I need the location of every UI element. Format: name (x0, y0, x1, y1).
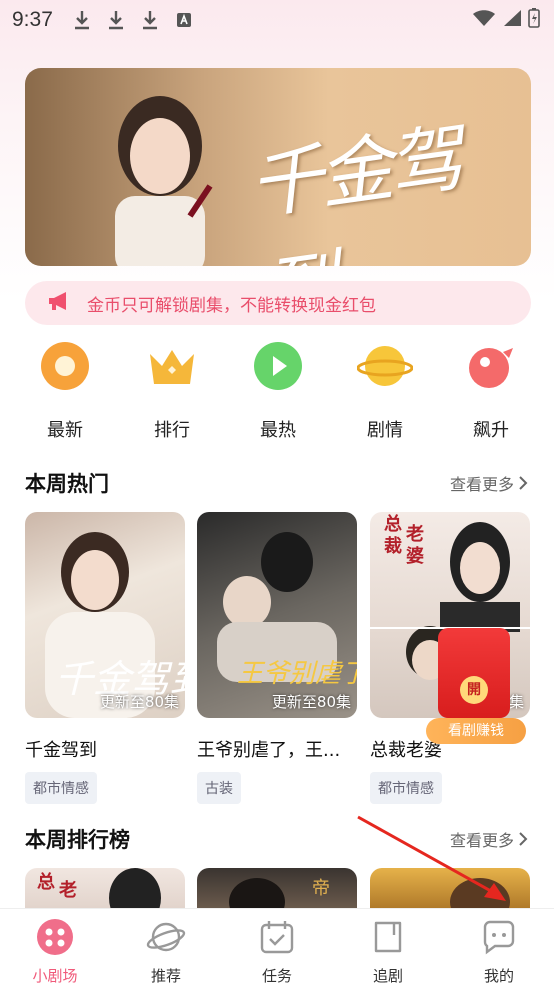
category-label: 剧情 (367, 420, 403, 441)
tab-following[interactable]: 追剧 (343, 917, 433, 986)
play-icon (254, 342, 302, 390)
svg-text:裁: 裁 (384, 535, 402, 557)
tab-label: 任务 (261, 967, 292, 985)
rocket-icon (469, 348, 513, 388)
section-title-weekly-rank: 本周排行榜 (25, 828, 130, 852)
rank-poster[interactable] (370, 868, 530, 908)
status-bar: 9:37 (0, 0, 554, 40)
weekly-rank-more-link[interactable]: 查看更多 (450, 827, 528, 851)
svg-text:老: 老 (59, 879, 77, 901)
drama-card[interactable]: 王爷别虐了 更新至80集 王爷别虐了，王... 古装 (197, 512, 357, 804)
poster-title-art: 总 (384, 513, 402, 535)
weekly-hot-more-link[interactable]: 查看更多 (450, 471, 528, 495)
download-icon (105, 9, 127, 31)
planet-outline-icon (146, 922, 186, 952)
notice-text: 金币只可解锁剧集，不能转换现金红包 (87, 295, 376, 316)
category-label: 最新 (47, 420, 83, 441)
coin-icon: 開 (460, 676, 488, 704)
red-packet-float[interactable]: 開 看剧赚钱 (426, 628, 526, 746)
category-ranking[interactable]: 排行 (132, 338, 212, 442)
rank-list: 总老 帝 (0, 868, 554, 908)
category-hottest[interactable]: 最热 (238, 338, 318, 442)
section-title-weekly-hot: 本周热门 (25, 472, 109, 496)
profile-icon (483, 920, 515, 955)
tab-label: 小剧场 (32, 967, 78, 985)
tab-profile[interactable]: 我的 (454, 917, 544, 986)
battery-icon (528, 8, 540, 33)
category-rising[interactable]: 飙升 (451, 338, 531, 442)
chevron-right-icon (519, 832, 528, 846)
rank-poster[interactable]: 帝 (197, 868, 357, 908)
category-label: 排行 (154, 420, 190, 441)
signal-icon (502, 9, 522, 32)
red-packet-label: 看剧赚钱 (426, 718, 526, 744)
more-label: 查看更多 (449, 475, 514, 494)
theater-icon (37, 919, 73, 955)
drama-title: 王爷别虐了，王... (197, 740, 341, 761)
category-label: 最热 (260, 420, 296, 441)
drama-tag: 古装 (197, 772, 241, 804)
svg-text:帝: 帝 (312, 878, 330, 899)
megaphone-icon (47, 290, 73, 316)
svg-text:总: 总 (37, 871, 55, 893)
episode-count: 更新至80集 (99, 693, 179, 711)
tab-label: 追剧 (372, 967, 403, 985)
chevron-right-icon (519, 476, 528, 490)
tab-tasks[interactable]: 任务 (232, 917, 322, 986)
drama-card[interactable]: 千金驾到 更新至80集 千金驾到 都市情感 (25, 512, 185, 804)
more-label: 查看更多 (449, 831, 514, 850)
download-icon (71, 9, 93, 31)
planet-icon (357, 346, 413, 386)
bottom-tab-bar: 小剧场 推荐 任务 追剧 我的 (0, 908, 554, 986)
episode-count: 更新至80集 (271, 693, 351, 711)
drama-poster: 千金驾到 更新至80集 (25, 512, 185, 718)
category-row: 最新 排行 最热 剧情 飙升 (0, 338, 554, 448)
svg-text:婆: 婆 (406, 545, 424, 567)
drama-tag: 都市情感 (370, 772, 442, 804)
tab-label: 我的 (483, 967, 514, 985)
drama-tag: 都市情感 (25, 772, 97, 804)
rank-poster[interactable]: 总老 (25, 868, 185, 908)
download-icon (139, 9, 161, 31)
bookmark-icon (374, 921, 402, 953)
category-label: 飙升 (473, 420, 509, 441)
banner-person-image (115, 96, 213, 266)
svg-text:老: 老 (406, 523, 424, 545)
banner-title: 千金驾到 (243, 115, 464, 266)
wifi-icon (472, 9, 496, 32)
new-icon (41, 342, 89, 390)
keyboard-icon (173, 9, 195, 31)
category-latest[interactable]: 最新 (25, 338, 105, 442)
red-envelope-icon (438, 628, 510, 718)
crown-icon (150, 350, 194, 384)
calendar-icon (260, 921, 294, 954)
hero-banner[interactable]: 千金驾到 (25, 68, 531, 266)
poster-title-art: 王爷别虐了 (237, 659, 357, 689)
tab-theater[interactable]: 小剧场 (10, 917, 100, 986)
tab-label: 推荐 (150, 967, 181, 985)
tab-recommend[interactable]: 推荐 (121, 917, 211, 986)
drama-title: 千金驾到 (25, 740, 97, 761)
status-time: 9:37 (12, 8, 53, 31)
category-plot[interactable]: 剧情 (345, 338, 425, 442)
drama-poster: 王爷别虐了 更新至80集 (197, 512, 357, 718)
notice-bar[interactable]: 金币只可解锁剧集，不能转换现金红包 (25, 281, 531, 325)
